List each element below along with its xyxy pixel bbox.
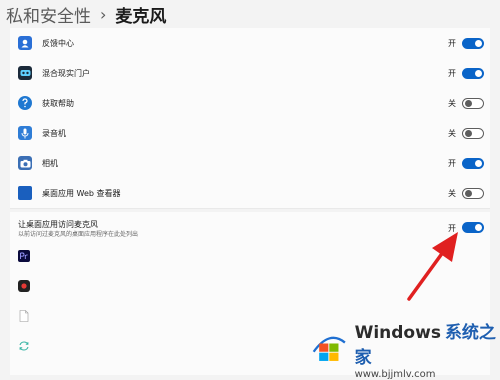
watermark: Windows 系统之家 www.bjjmlv.com	[300, 322, 500, 380]
windows-logo-icon	[312, 336, 346, 361]
watermark-url: www.bjjmlv.com	[354, 368, 436, 380]
watermark-brand: Windows	[354, 322, 441, 343]
